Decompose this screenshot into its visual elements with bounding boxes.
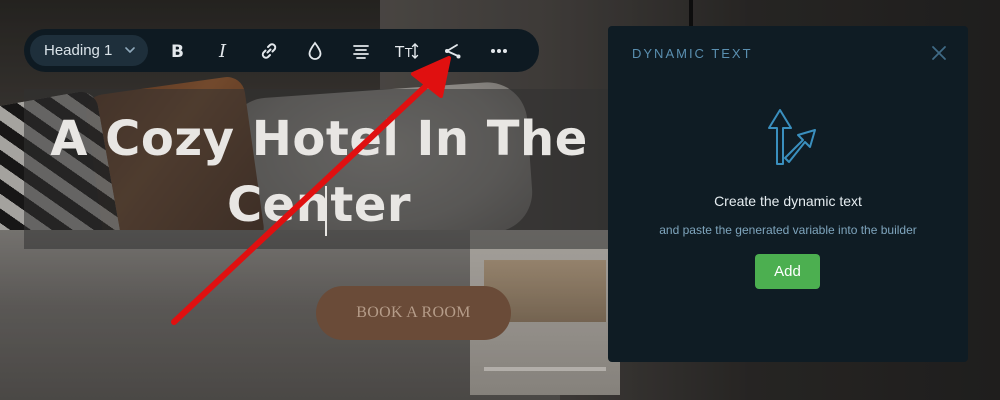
panel-heading: Create the dynamic text [714, 193, 862, 209]
text-cursor [325, 186, 327, 236]
text-size-icon: T T [395, 43, 419, 60]
align-button[interactable] [338, 29, 384, 72]
svg-text:I: I [218, 42, 227, 60]
heading-style-select[interactable]: Heading 1 [30, 35, 148, 66]
dynamic-branch-icon [768, 109, 816, 165]
svg-text:T: T [404, 46, 413, 60]
font-size-button[interactable]: T T [384, 29, 430, 72]
heading-style-value: Heading 1 [44, 42, 113, 59]
text-color-button[interactable] [292, 29, 338, 72]
panel-title: DYNAMIC TEXT [632, 46, 753, 61]
bold-icon: B [171, 42, 184, 60]
more-options-button[interactable] [476, 29, 522, 72]
close-icon[interactable] [930, 44, 948, 62]
bold-button[interactable]: B [154, 29, 200, 72]
dynamic-text-icon [445, 43, 461, 58]
hero-heading-line-1[interactable]: A Cozy Hotel In The [24, 106, 614, 172]
link-button[interactable] [246, 29, 292, 72]
color-drop-icon [308, 41, 322, 60]
book-room-button[interactable]: BOOK A ROOM [316, 286, 511, 340]
text-format-toolbar: Heading 1 B I T T [24, 29, 539, 72]
link-icon [261, 42, 277, 59]
svg-text:B: B [171, 42, 184, 60]
dynamic-text-button[interactable] [430, 29, 476, 72]
dynamic-text-panel: DYNAMIC TEXT Create the dynamic text and… [608, 26, 968, 362]
more-icon [491, 48, 507, 53]
hero-heading[interactable]: A Cozy Hotel In The Center [24, 106, 614, 238]
align-center-icon [353, 44, 369, 59]
add-button[interactable]: Add [755, 254, 820, 289]
italic-button[interactable]: I [200, 29, 246, 72]
chevron-down-icon [125, 47, 135, 53]
panel-subtext: and paste the generated variable into th… [659, 223, 917, 237]
svg-text:T: T [395, 43, 405, 60]
italic-icon: I [218, 42, 227, 60]
hero-heading-line-2[interactable]: Center [24, 172, 614, 238]
